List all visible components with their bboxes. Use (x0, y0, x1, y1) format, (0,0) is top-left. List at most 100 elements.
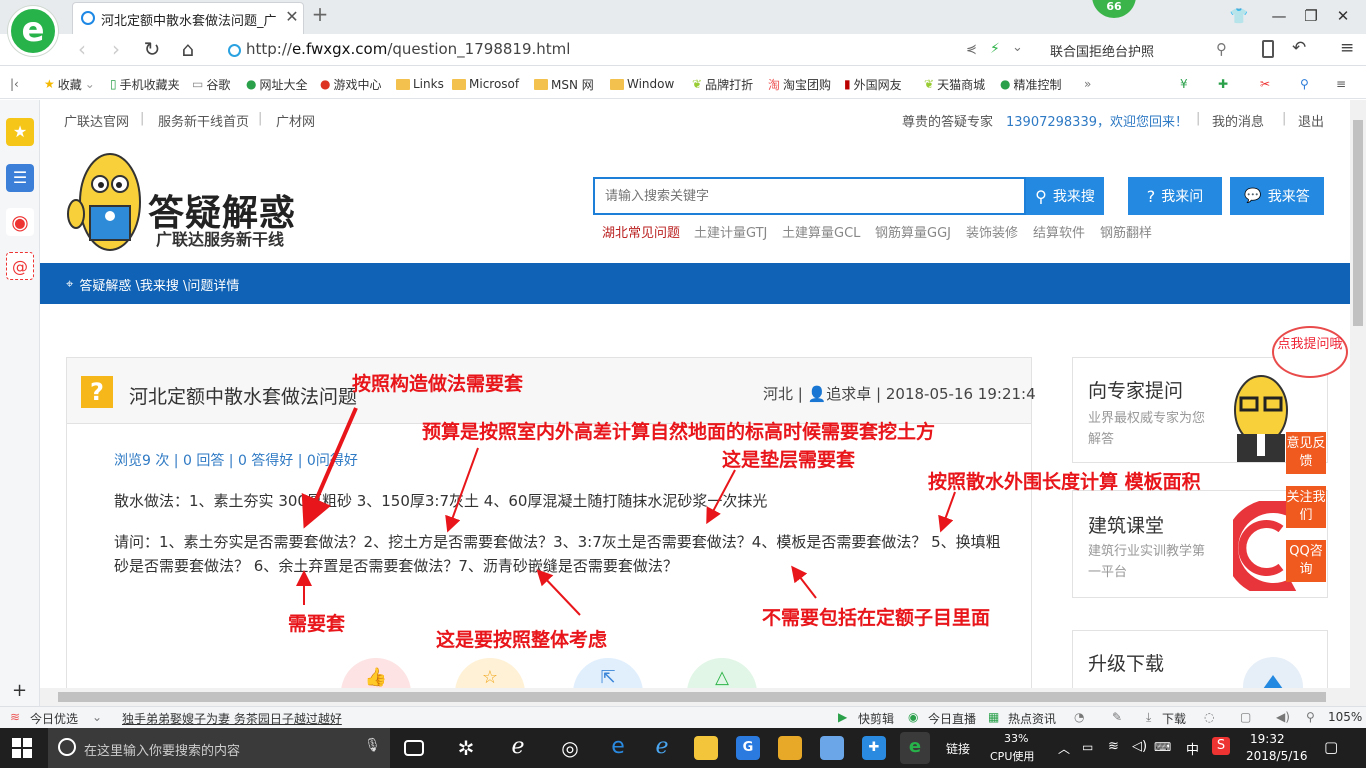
report-button[interactable]: △ (687, 658, 757, 690)
bookmark-item[interactable]: ❦ 天猫商城 (924, 75, 985, 93)
browser-logo-icon[interactable]: e (8, 6, 58, 56)
chevron-down-icon[interactable]: ⌄ (1012, 40, 1023, 55)
logout-link[interactable]: 退出 (1298, 111, 1324, 130)
hot-keyword[interactable]: 钢筋算量GGJ (875, 222, 951, 241)
skin-icon[interactable]: 👕 (1228, 6, 1250, 28)
zoom-level[interactable]: 105% (1328, 710, 1362, 724)
weibo-icon[interactable]: ◉ (6, 208, 34, 236)
bookmark-item[interactable]: Links (396, 75, 444, 93)
user-greeting[interactable]: 13907298339，欢迎您回来！ (1006, 111, 1188, 130)
collapse-sidebar-icon[interactable]: |‹ (10, 75, 19, 93)
clock-time[interactable]: 19:32 (1250, 732, 1285, 746)
sogou-icon[interactable]: S (1212, 737, 1230, 755)
bookmark-item[interactable]: ❦ 品牌打折 (692, 75, 753, 93)
browser-taskbar-icon[interactable]: e (900, 732, 930, 764)
like-button[interactable]: 👍 (341, 658, 411, 690)
file-explorer-icon[interactable] (694, 736, 718, 760)
top-link[interactable]: 广材网 (276, 111, 315, 130)
scroll-thumb[interactable] (1353, 120, 1363, 326)
more-bookmarks-icon[interactable]: » (1084, 75, 1091, 93)
ime-indicator[interactable]: 中 (1186, 739, 1199, 758)
bookmark-item[interactable]: ▯ 手机收藏夹 (110, 75, 180, 93)
status-item[interactable]: 热点资讯 (1008, 710, 1056, 727)
minimize-button[interactable]: — (1268, 6, 1290, 28)
search-icon[interactable]: ⚲ (1216, 40, 1227, 58)
ie-browser-icon[interactable]: ℯ (506, 736, 530, 760)
downloads-link[interactable]: 下载 (1162, 710, 1186, 727)
answer-button[interactable]: 💬 我来答 (1230, 177, 1324, 215)
search-input[interactable] (595, 179, 1024, 213)
pin-icon[interactable]: ✎ (1112, 710, 1122, 724)
menu-icon[interactable]: ≡ (1336, 75, 1346, 93)
status-item[interactable]: 今日直播 (928, 710, 976, 727)
bookmark-item[interactable]: MSN 网 (534, 75, 594, 93)
hot-keyword[interactable]: 装饰装修 (966, 222, 1018, 241)
restore-button[interactable]: ❐ (1300, 6, 1322, 28)
hot-keyword[interactable]: 钢筋翻样 (1100, 222, 1152, 241)
chevron-down-icon[interactable]: ⌄ (92, 710, 102, 724)
clean-icon[interactable]: ◌ (1204, 710, 1214, 724)
notes-app-icon[interactable] (778, 736, 802, 760)
wifi-icon[interactable]: ≋ (1108, 739, 1119, 754)
volume-icon[interactable]: ◀) (1276, 710, 1290, 724)
chevron-up-icon[interactable]: ︿ (1058, 740, 1070, 757)
bookmark-item[interactable]: ▮ 外国网友 (844, 75, 902, 93)
speed-icon[interactable]: ◔ (1074, 710, 1084, 724)
links-toolbar[interactable]: 链接 (946, 740, 970, 757)
bookmark-item[interactable]: ● 游戏中心 (320, 75, 382, 93)
keyboard-icon[interactable]: ⌨ (1154, 740, 1171, 754)
back-icon[interactable]: ‹ (70, 38, 94, 62)
hot-keyword[interactable]: 湖北常见问题 (602, 222, 680, 241)
internet-explorer-icon[interactable]: ℯ (650, 736, 674, 760)
qq-consult-button[interactable]: QQ咨询 (1286, 540, 1326, 582)
vertical-scrollbar[interactable] (1350, 100, 1366, 688)
new-tab-button[interactable]: + (310, 4, 330, 26)
breadcrumb-text[interactable]: 答疑解惑 \我来搜 \问题详情 (79, 275, 239, 294)
glodon-app-icon[interactable]: G (736, 736, 760, 760)
ask-button[interactable]: ? 我来问 (1128, 177, 1222, 215)
top-link[interactable]: 广联达官网 (64, 111, 129, 130)
favorites-star-icon[interactable]: ★ (6, 118, 34, 146)
notification-badge[interactable]: 66 (1092, 0, 1136, 18)
favorite-button[interactable]: ☆ (455, 658, 525, 690)
bookmark-item[interactable]: ● 网址大全 (246, 75, 308, 93)
battery-icon[interactable]: ▭ (1082, 740, 1093, 754)
search-button[interactable]: ⚲ 我来搜 (1026, 177, 1104, 215)
fan-app-icon[interactable]: ✲ (454, 736, 478, 760)
share-button[interactable]: ⇱ (573, 658, 643, 690)
translate-icon[interactable]: ✚ (1218, 75, 1228, 93)
bookmark-item[interactable]: ● 精准控制 (1000, 75, 1062, 93)
microphone-icon[interactable]: 🎙 (364, 738, 381, 753)
tab-active[interactable]: 河北定额中散水套做法问题_广联 ✕ (72, 2, 304, 34)
volume-icon[interactable]: ◁) (1132, 739, 1147, 754)
horizontal-scrollbar[interactable] (40, 688, 1366, 706)
taskbar-search[interactable]: 在这里输入你要搜索的内容 🎙 (48, 728, 390, 768)
today-picks[interactable]: 今日优选 (30, 710, 78, 727)
forward-icon[interactable]: › (104, 38, 128, 62)
menu-icon[interactable]: ≡ (1340, 38, 1354, 58)
news-headline[interactable]: 独手弟弟娶嫂子为妻 务茶园日子越过越好 (122, 710, 342, 727)
top-link[interactable]: 服务新干线首页 (158, 111, 249, 130)
search-icon[interactable]: ⚲ (1300, 75, 1309, 93)
bookmark-item[interactable]: ▭ 谷歌 (192, 75, 230, 93)
bookmark-item[interactable]: Window (610, 75, 674, 93)
plus-app-icon[interactable]: ✚ (862, 736, 886, 760)
status-item[interactable]: 快剪辑 (858, 710, 894, 727)
search-suggestion[interactable]: 联合国拒绝台护照 (1050, 41, 1154, 60)
url-input[interactable]: http://e.fwxgx.com/question_1798819.html (246, 40, 570, 58)
notification-icon[interactable]: ▢ (1324, 738, 1338, 756)
my-messages-link[interactable]: 我的消息 (1212, 111, 1264, 130)
home-icon[interactable]: ⌂ (176, 38, 200, 62)
mascot-logo[interactable] (64, 144, 144, 262)
tab-close-icon[interactable]: ✕ (283, 7, 301, 27)
task-view-icon[interactable] (404, 740, 424, 756)
hot-keyword[interactable]: 结算软件 (1033, 222, 1085, 241)
spiral-app-icon[interactable]: ◎ (558, 736, 582, 760)
bookmark-item[interactable]: 淘淘宝团购 (768, 75, 831, 93)
download-box[interactable]: 升级下载 (1072, 630, 1328, 690)
calendar-app-icon[interactable] (820, 736, 844, 760)
clock-date[interactable]: 2018/5/16 (1246, 749, 1308, 763)
ask-me-bubble[interactable]: 点我提问哦 (1272, 326, 1348, 378)
feedback-button[interactable]: 意见反馈 (1286, 432, 1326, 474)
question-stats[interactable]: 浏览9 次 | 0 回答 | 0 答得好 | 0问得好 (114, 450, 358, 470)
